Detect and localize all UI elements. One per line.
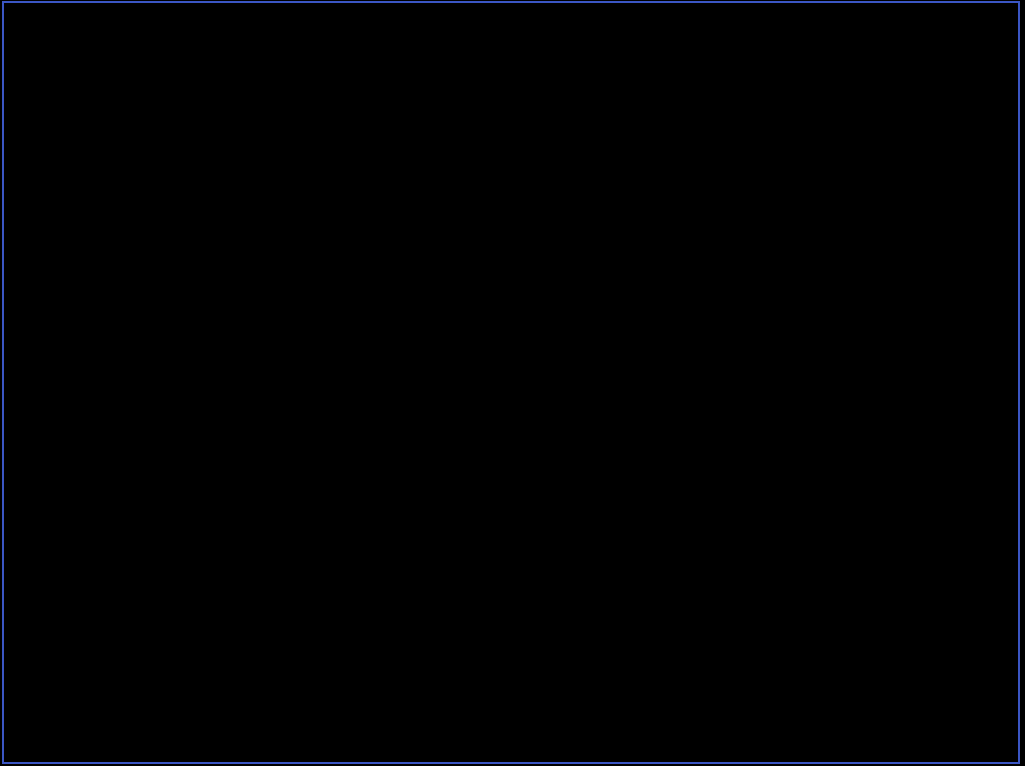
console-surface[interactable]: Press any key to boot from CD or DVD.... xyxy=(4,3,1018,762)
boot-prompt-text: Press any key to boot from CD or DVD.... xyxy=(32,16,516,40)
boot-screen: Press any key to boot from CD or DVD.... xyxy=(0,0,1025,766)
console-empty-area xyxy=(4,47,1018,762)
